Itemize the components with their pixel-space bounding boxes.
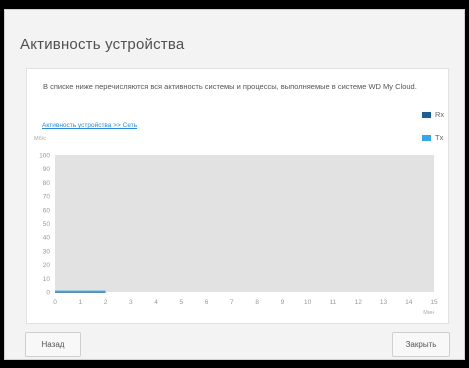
x-tick-label: 7 <box>230 299 234 306</box>
y-tick-label: 40 <box>43 235 51 242</box>
y-tick-label: 100 <box>39 153 50 160</box>
y-tick-label: 30 <box>43 248 51 255</box>
x-tick-label: 3 <box>129 299 133 306</box>
network-chart: 01020304050607080901000 1 2 3 4 5 6 7 8 9 10 11 12 13… <box>34 136 438 316</box>
y-tick-label: 80 <box>43 180 51 187</box>
x-tick-label: 1 <box>78 299 82 306</box>
x-tick-label: 2 <box>104 299 108 306</box>
dialog-title: Активность устройства <box>20 36 185 53</box>
x-tick-label: 11 <box>330 299 337 306</box>
back-button[interactable]: Назад <box>25 332 81 357</box>
x-tick-label: 5 <box>180 299 184 306</box>
dialog-footer: Назад Закрыть <box>5 332 464 368</box>
y-tick-label: 70 <box>43 194 51 201</box>
content-panel: В списке ниже перечисляются вся активнос… <box>26 68 449 324</box>
x-tick-label: 13 <box>380 299 388 306</box>
x-tick-label: 4 <box>154 299 158 306</box>
x-tick-label: 12 <box>355 299 363 306</box>
y-tick-label: 50 <box>43 221 51 228</box>
y-axis-label: Мб/с <box>34 136 46 142</box>
chart-plot-area <box>55 155 434 292</box>
x-tick-label: 15 <box>430 299 438 306</box>
y-tick-label: 0 <box>46 290 50 297</box>
close-button[interactable]: Закрыть <box>392 332 450 357</box>
y-tick-label: 20 <box>43 262 51 269</box>
x-tick-label: 14 <box>405 299 413 306</box>
y-tick-label: 60 <box>43 207 51 214</box>
x-tick-label: 10 <box>304 299 312 306</box>
x-tick-label: 6 <box>205 299 209 306</box>
x-tick-label: 0 <box>53 299 57 306</box>
x-tick-label: 9 <box>281 299 285 306</box>
device-activity-dialog: Активность устройства В списке ниже пере… <box>4 9 465 360</box>
y-tick-label: 90 <box>43 166 51 173</box>
x-axis-label: Мин <box>423 310 434 316</box>
y-tick-label: 10 <box>43 276 51 283</box>
x-tick-label: 8 <box>255 299 259 306</box>
